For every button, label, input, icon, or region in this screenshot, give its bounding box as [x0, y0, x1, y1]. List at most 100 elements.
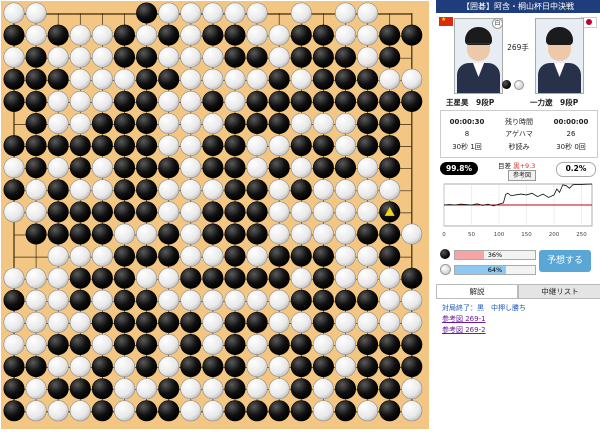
- white-stone: [334, 2, 356, 24]
- white-stone: [180, 223, 202, 245]
- black-captures: 8: [464, 130, 470, 138]
- black-stone: [290, 245, 312, 267]
- reference-link-1[interactable]: 参考図 269-1: [442, 314, 526, 325]
- white-stone: [91, 46, 113, 68]
- white-stone: [180, 400, 202, 422]
- white-stone: [357, 157, 379, 179]
- white-time: 00:00:00: [553, 118, 589, 126]
- white-stone: [114, 68, 136, 90]
- black-stone: [47, 378, 69, 400]
- black-stone: [401, 356, 423, 378]
- time-label: 残り時間: [505, 118, 533, 126]
- black-byoyomi: 30秒 1回: [452, 143, 482, 151]
- stats-row-byoyomi: 30秒 1回 秒読み 30秒 0回: [441, 142, 597, 153]
- black-stone: [312, 356, 334, 378]
- white-stone: [202, 68, 224, 90]
- china-flag-icon: ★: [439, 16, 453, 26]
- black-stone: [290, 135, 312, 157]
- black-stone: [180, 356, 202, 378]
- white-prediction-bar: 64%: [454, 265, 536, 275]
- black-stone: [268, 90, 290, 112]
- graph-tick-label: 0: [442, 232, 446, 238]
- predict-button[interactable]: 予想する: [539, 250, 591, 272]
- white-stone: [312, 201, 334, 223]
- white-byoyomi: 30秒 0回: [556, 143, 586, 151]
- white-stone: [47, 157, 69, 179]
- white-stone: [268, 289, 290, 311]
- black-stone: [69, 378, 91, 400]
- go-board[interactable]: [0, 0, 432, 433]
- white-stone: [25, 333, 47, 355]
- black-stone: [69, 135, 91, 157]
- black-stone: [268, 113, 290, 135]
- white-stone: [180, 157, 202, 179]
- white-stone: [3, 2, 25, 24]
- white-stone: [158, 2, 180, 24]
- white-stone: [3, 311, 25, 333]
- reference-diagram-button[interactable]: 参考図: [508, 170, 536, 181]
- white-stone: [91, 157, 113, 179]
- black-stone-icon: [440, 249, 450, 259]
- white-stone: [180, 201, 202, 223]
- white-stone: [357, 201, 379, 223]
- white-stone: [47, 90, 69, 112]
- white-stone: [158, 267, 180, 289]
- black-stone: [114, 267, 136, 289]
- white-stone: [334, 245, 356, 267]
- black-stone: [268, 400, 290, 422]
- player-right-name: 一力遼 9段P: [530, 98, 579, 107]
- white-stone: [268, 46, 290, 68]
- black-stone: [312, 24, 334, 46]
- black-stone: [401, 267, 423, 289]
- graph-tick-label: 100: [494, 232, 505, 238]
- black-stone: [3, 356, 25, 378]
- white-stone: [180, 378, 202, 400]
- white-stone: [290, 157, 312, 179]
- white-stone: [3, 333, 25, 355]
- white-stone: [357, 400, 379, 422]
- white-stone: [180, 2, 202, 24]
- white-stone: [401, 400, 423, 422]
- white-stone: [379, 311, 401, 333]
- white-stone: [401, 311, 423, 333]
- black-stone: [334, 289, 356, 311]
- white-stone: [312, 400, 334, 422]
- reference-link-2[interactable]: 参考図 269-2: [442, 325, 526, 336]
- black-stone: [334, 90, 356, 112]
- tab-commentary[interactable]: 解説: [436, 284, 518, 298]
- white-stone: [268, 378, 290, 400]
- white-stone: [136, 378, 158, 400]
- game-stats-table: 00:00:30 残り時間 00:00:00 8 アゲハマ 26 30秒 1回 …: [440, 110, 598, 158]
- white-stone: [290, 201, 312, 223]
- black-stone: [47, 223, 69, 245]
- white-winrate: 0.2%: [556, 162, 596, 177]
- white-stone: [180, 90, 202, 112]
- black-stone: [47, 68, 69, 90]
- white-stone: [334, 333, 356, 355]
- white-stone: [334, 223, 356, 245]
- match-title: 【囲碁】阿含・桐山杯日中決戦: [436, 0, 600, 13]
- black-stone: [91, 113, 113, 135]
- player-left-photo: [454, 18, 503, 94]
- white-stone: [158, 113, 180, 135]
- white-stone: [246, 289, 268, 311]
- black-stone: [334, 157, 356, 179]
- black-stone: [136, 113, 158, 135]
- white-stone: [290, 311, 312, 333]
- white-prediction-label: 64%: [487, 266, 503, 274]
- black-stone: [202, 90, 224, 112]
- black-time: 00:00:30: [449, 118, 485, 126]
- tab-broadcast-list[interactable]: 中継リスト: [518, 284, 600, 299]
- white-stone: [246, 68, 268, 90]
- black-stone: [91, 400, 113, 422]
- black-stone: [202, 157, 224, 179]
- black-stone: [312, 289, 334, 311]
- white-stone: [224, 2, 246, 24]
- black-stone: [334, 400, 356, 422]
- black-stone: [3, 400, 25, 422]
- black-stone: [290, 378, 312, 400]
- margin-value: 黒+9.3: [513, 162, 536, 170]
- black-stone: [268, 267, 290, 289]
- black-stone: [136, 245, 158, 267]
- white-stone: [312, 113, 334, 135]
